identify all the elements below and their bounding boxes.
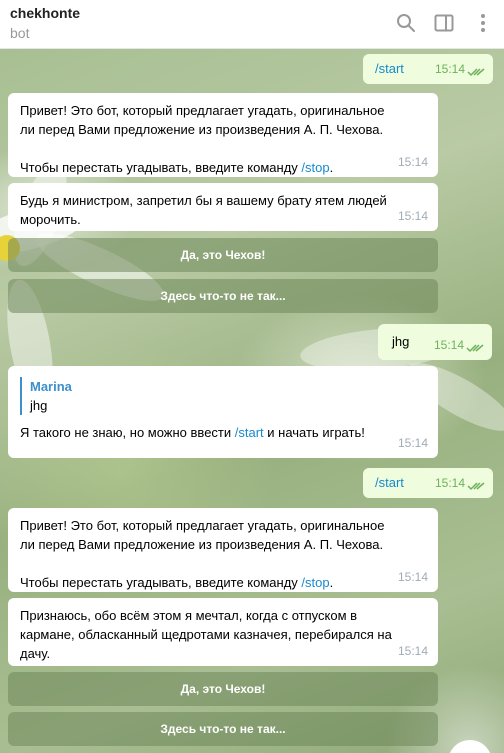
yes-chekhov-button[interactable]: Да, это Чехов!	[8, 238, 438, 272]
incoming-message[interactable]: Привет! Это бот, который предлагает угад…	[8, 508, 438, 592]
message-time: 15:14	[434, 476, 465, 490]
stop-command-link[interactable]: /stop	[301, 160, 329, 175]
outgoing-message[interactable]: jhg 15:14	[378, 324, 492, 360]
message-time: 15:14	[397, 644, 428, 658]
outgoing-message[interactable]: /start 15:14	[363, 54, 493, 84]
message-time: 15:14	[397, 436, 428, 450]
reply-author: Marina	[30, 379, 72, 394]
message-time: 15:14	[397, 155, 428, 169]
reply-quote[interactable]: Marina jhg	[20, 377, 426, 415]
double-check-icon	[466, 344, 484, 353]
sidebar-toggle-icon[interactable]	[433, 12, 455, 34]
search-icon[interactable]	[395, 12, 417, 34]
incoming-message[interactable]: Привет! Это бот, который предлагает угад…	[8, 93, 438, 177]
stop-command-link[interactable]: /stop	[301, 575, 329, 590]
message-time: 15:14	[433, 338, 464, 352]
incoming-message[interactable]: Признаюсь, обо всём этом я мечтал, когда…	[8, 598, 438, 666]
incoming-message[interactable]: Будь я министром, запретил бы я вашему б…	[8, 183, 438, 231]
message-time: 15:14	[434, 62, 465, 76]
chat-subtitle: bot	[10, 25, 30, 41]
more-vertical-icon[interactable]	[472, 12, 494, 34]
double-check-icon	[467, 68, 485, 77]
start-command-link[interactable]: /start	[375, 61, 404, 76]
chat-title[interactable]: chekhonte	[10, 5, 80, 21]
double-check-icon	[467, 482, 485, 491]
start-command-link[interactable]: /start	[235, 425, 264, 440]
chat-header: chekhonte bot	[0, 0, 504, 49]
reply-text: jhg	[30, 398, 48, 413]
something-wrong-button[interactable]: Здесь что-то не так...	[8, 712, 438, 746]
incoming-reply-message[interactable]: Marina jhg Я такого не знаю, но можно вв…	[8, 366, 438, 458]
outgoing-message[interactable]: /start 15:14	[363, 468, 493, 498]
message-time: 15:14	[397, 209, 428, 223]
yes-chekhov-button[interactable]: Да, это Чехов!	[8, 672, 438, 706]
start-command-link[interactable]: /start	[375, 475, 404, 490]
something-wrong-button[interactable]: Здесь что-то не так...	[8, 279, 438, 313]
message-time: 15:14	[397, 570, 428, 584]
